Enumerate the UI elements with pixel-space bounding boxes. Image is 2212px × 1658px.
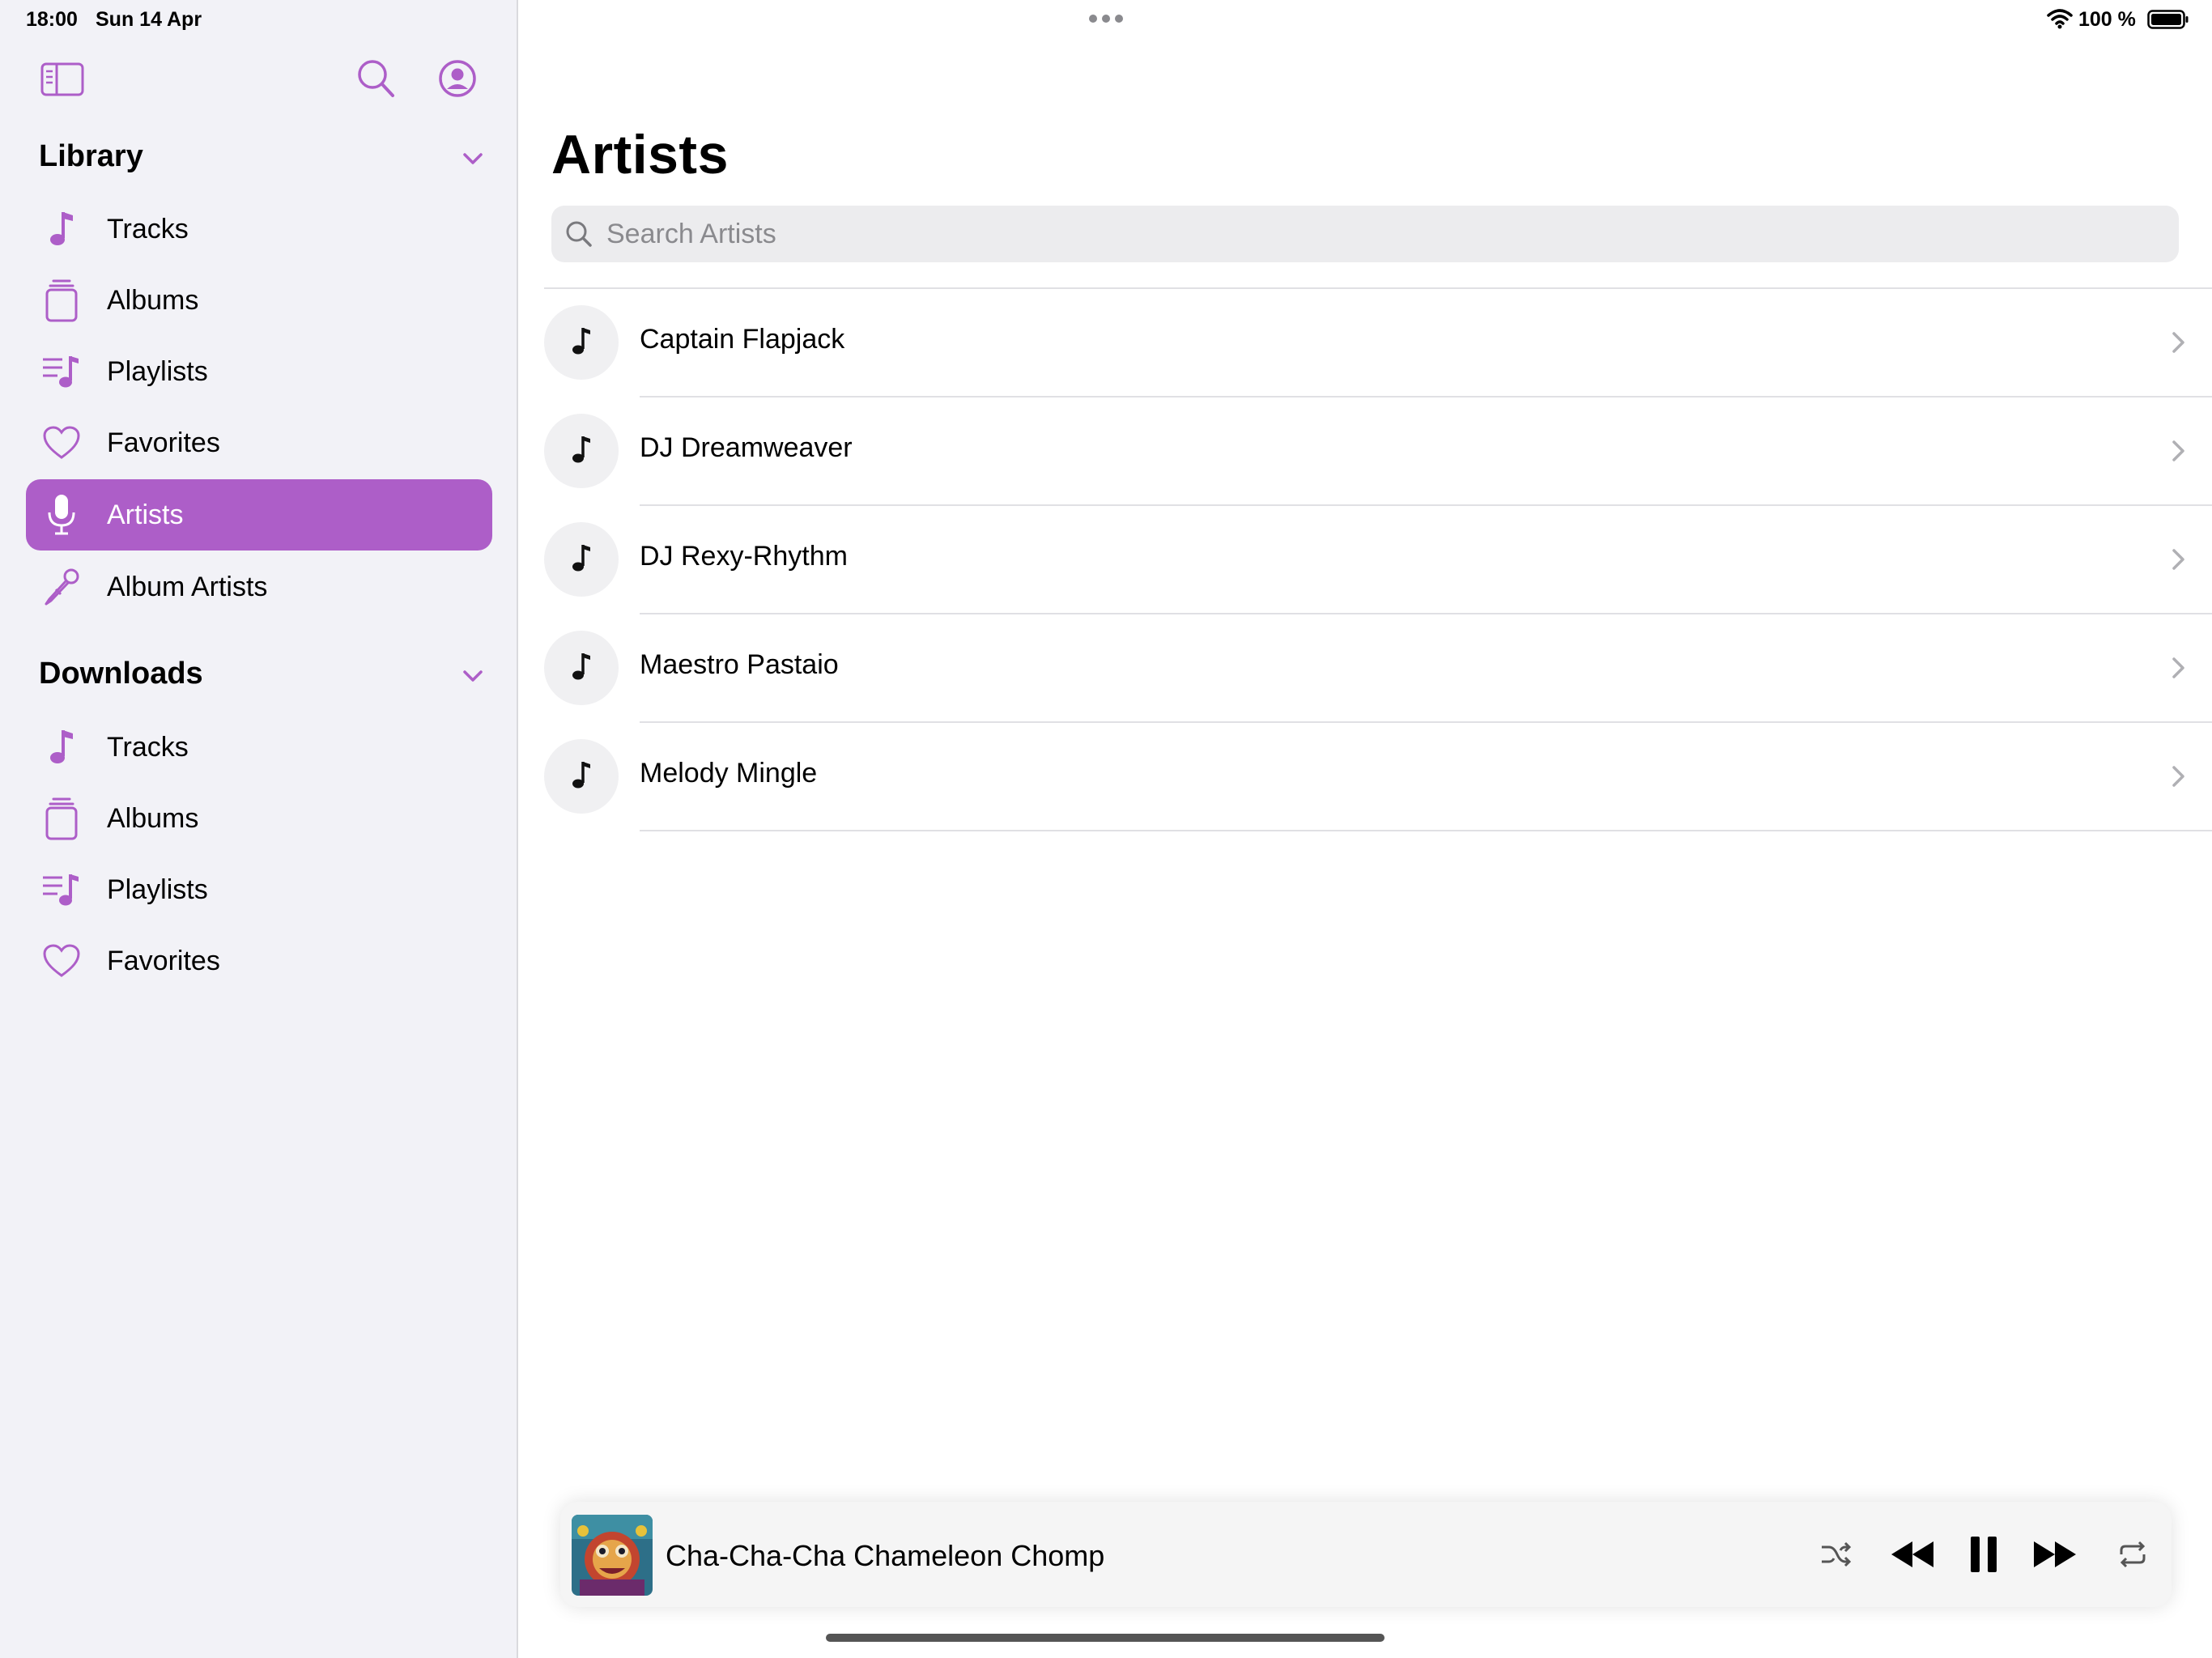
sidebar-item-downloads-albums[interactable]: Albums bbox=[26, 783, 492, 854]
track-title[interactable]: Cha-Cha-Cha Chameleon Chomp bbox=[666, 1539, 1104, 1573]
mic-pen-icon bbox=[39, 564, 84, 610]
wifi-icon bbox=[2047, 8, 2073, 29]
pause-icon[interactable] bbox=[1966, 1531, 2001, 1578]
chevron-right-icon bbox=[2162, 543, 2194, 576]
sidebar-item-downloads-playlists[interactable]: Playlists bbox=[26, 854, 492, 925]
status-time: 18:00 bbox=[26, 8, 78, 31]
sidebar-item-playlists[interactable]: Playlists bbox=[26, 336, 492, 407]
chevron-right-icon bbox=[2162, 326, 2194, 359]
search-icon[interactable] bbox=[356, 58, 395, 99]
album-artwork[interactable] bbox=[572, 1515, 653, 1596]
sidebar-item-label: Favorites bbox=[107, 945, 220, 976]
artist-row[interactable]: DJ Dreamweaver bbox=[544, 397, 2212, 505]
sidebar-item-label: Artists bbox=[107, 499, 184, 530]
sidebar-item-downloads-tracks[interactable]: Tracks bbox=[26, 712, 492, 783]
battery-percent: 100 % bbox=[2078, 8, 2136, 31]
album-stack-icon bbox=[39, 796, 84, 841]
sidebar: 18:00 Sun 14 Apr Library Tracks Albums P… bbox=[0, 0, 518, 1658]
artist-name: DJ Rexy-Rhythm bbox=[640, 541, 848, 572]
artist-row[interactable]: Maestro Pastaio bbox=[544, 614, 2212, 722]
sidebar-item-label: Albums bbox=[107, 284, 199, 316]
rewind-icon[interactable] bbox=[1888, 1533, 1937, 1576]
music-note-icon bbox=[39, 725, 84, 770]
artist-name: DJ Dreamweaver bbox=[640, 432, 853, 463]
account-icon[interactable] bbox=[437, 58, 478, 99]
search-input[interactable] bbox=[605, 217, 2146, 251]
artist-name: Melody Mingle bbox=[640, 758, 818, 789]
music-note-icon bbox=[569, 759, 593, 795]
artist-avatar bbox=[544, 414, 619, 488]
sidebar-item-tracks[interactable]: Tracks bbox=[26, 193, 492, 265]
artist-avatar bbox=[544, 739, 619, 814]
sidebar-item-label: Album Artists bbox=[107, 571, 268, 602]
sidebar-item-label: Favorites bbox=[107, 427, 220, 458]
heart-icon bbox=[39, 420, 84, 466]
chevron-right-icon bbox=[2162, 760, 2194, 793]
artist-avatar bbox=[544, 305, 619, 380]
sidebar-item-artists[interactable]: Artists bbox=[26, 479, 492, 551]
home-indicator[interactable] bbox=[826, 1634, 1385, 1642]
sidebar-item-favorites[interactable]: Favorites bbox=[26, 407, 492, 478]
playlist-icon bbox=[39, 349, 84, 394]
album-stack-icon bbox=[39, 278, 84, 323]
sidebar-toggle-icon[interactable] bbox=[40, 62, 84, 97]
music-note-icon bbox=[39, 206, 84, 252]
heart-icon bbox=[39, 938, 84, 984]
artist-avatar bbox=[544, 522, 619, 597]
sidebar-item-downloads-favorites[interactable]: Favorites bbox=[26, 925, 492, 997]
sidebar-item-label: Playlists bbox=[107, 355, 208, 387]
shuffle-icon[interactable] bbox=[1817, 1536, 1854, 1573]
chevron-right-icon bbox=[2162, 652, 2194, 684]
music-note-icon bbox=[569, 650, 593, 687]
artist-name: Captain Flapjack bbox=[640, 324, 845, 355]
artist-row[interactable]: DJ Rexy-Rhythm bbox=[544, 505, 2212, 614]
battery-icon bbox=[2147, 10, 2189, 29]
search-icon bbox=[563, 218, 595, 250]
playlist-icon bbox=[39, 867, 84, 912]
chevron-down-icon[interactable] bbox=[458, 144, 487, 173]
sidebar-item-albums[interactable]: Albums bbox=[26, 265, 492, 336]
sidebar-item-album-artists[interactable]: Album Artists bbox=[26, 551, 492, 623]
chevron-right-icon bbox=[2162, 435, 2194, 467]
music-note-icon bbox=[569, 433, 593, 470]
artist-row[interactable]: Melody Mingle bbox=[544, 722, 2212, 831]
row-divider bbox=[640, 830, 2212, 831]
microphone-icon bbox=[39, 492, 84, 538]
status-date: Sun 14 Apr bbox=[96, 8, 202, 31]
sidebar-item-label: Playlists bbox=[107, 874, 208, 905]
fast-forward-icon[interactable] bbox=[2031, 1533, 2079, 1576]
artist-name: Maestro Pastaio bbox=[640, 649, 839, 680]
sidebar-item-label: Tracks bbox=[107, 731, 189, 763]
chevron-down-icon[interactable] bbox=[458, 661, 487, 691]
music-note-icon bbox=[569, 542, 593, 578]
library-section-title: Library bbox=[39, 139, 143, 173]
multitasking-dots-icon[interactable] bbox=[1087, 13, 1125, 24]
mini-player[interactable]: Cha-Cha-Cha Chameleon Chomp bbox=[560, 1502, 2172, 1607]
artist-avatar bbox=[544, 631, 619, 705]
repeat-icon[interactable] bbox=[2115, 1536, 2150, 1573]
page-title: Artists bbox=[551, 124, 729, 185]
downloads-section-title: Downloads bbox=[39, 657, 203, 691]
music-note-icon bbox=[569, 325, 593, 361]
sidebar-item-label: Tracks bbox=[107, 213, 189, 244]
search-bar[interactable] bbox=[551, 206, 2179, 262]
sidebar-item-label: Albums bbox=[107, 802, 199, 834]
artist-row[interactable]: Captain Flapjack bbox=[544, 288, 2212, 397]
